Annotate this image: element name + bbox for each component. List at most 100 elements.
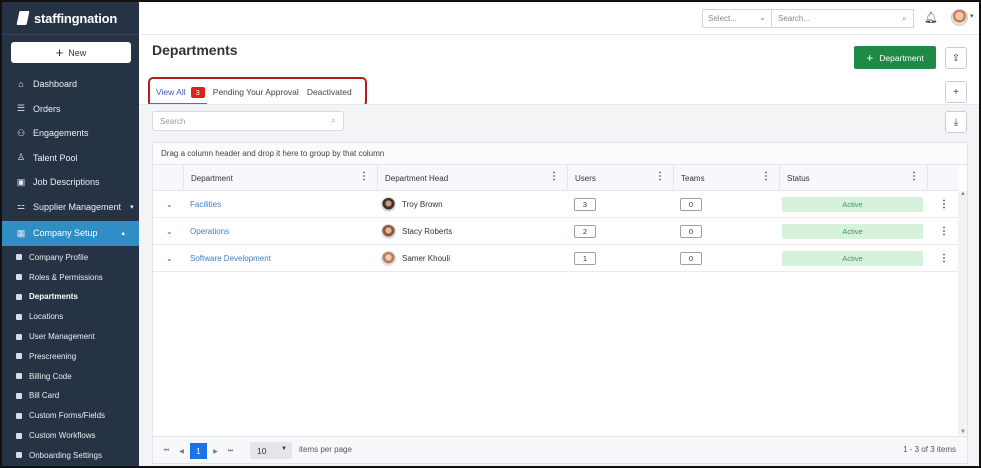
column-menu-icon[interactable]: ⋮ xyxy=(359,171,369,182)
bullet-icon xyxy=(16,293,22,300)
tab-pending-approval[interactable]: Pending Your Approval xyxy=(213,79,299,105)
column-header-status[interactable]: Status ⋮ xyxy=(779,165,927,191)
avatar[interactable] xyxy=(951,9,968,26)
submenu-label: Roles & Permissions xyxy=(29,272,103,282)
sidebar-item-company-setup[interactable]: ▦ Company Setup ▴ xyxy=(2,221,139,246)
chevron-down-icon[interactable]: ⌄ xyxy=(166,218,173,244)
count-value: 0 xyxy=(680,197,702,211)
column-menu-icon[interactable]: ⋮ xyxy=(655,171,665,182)
plus-icon: + xyxy=(953,86,959,98)
users-count: 3 xyxy=(574,191,596,217)
submenu-label: User Management xyxy=(29,332,95,342)
bullet-icon xyxy=(16,412,22,419)
column-header-department[interactable]: Department ⋮ xyxy=(183,165,377,191)
sidebar-item-dashboard[interactable]: ⌂ Dashboard xyxy=(2,72,139,97)
status-label: Active xyxy=(782,196,923,212)
submenu-label: Onboarding Settings xyxy=(29,450,102,460)
logo-icon xyxy=(16,11,30,25)
page-button-current[interactable]: 1 xyxy=(190,443,207,459)
bell-icon[interactable]: 🔔︎ xyxy=(924,11,938,24)
column-header-teams[interactable]: Teams ⋮ xyxy=(673,165,779,191)
chevron-down-icon[interactable]: ▾ xyxy=(970,12,974,20)
tab-deactivated[interactable]: Deactivated xyxy=(307,79,352,105)
submenu-item-custom-workflows[interactable]: Custom Workflows xyxy=(2,426,139,446)
count-value: 2 xyxy=(574,224,596,238)
sidebar-item-label: Talent Pool xyxy=(33,152,78,163)
row-menu-icon[interactable]: ⋮ xyxy=(939,218,949,244)
search-placeholder: Search xyxy=(160,116,186,126)
tab-bar: View All 3 Pending Your Approval Deactiv… xyxy=(148,77,367,107)
last-page-icon[interactable]: ⏭ xyxy=(224,444,237,458)
chevron-down-icon[interactable]: ⌄ xyxy=(166,245,173,271)
column-header-users[interactable]: Users ⋮ xyxy=(567,165,673,191)
group-drop-zone[interactable]: Drag a column header and drop it here to… xyxy=(153,143,967,165)
column-label: Department Head xyxy=(385,173,449,183)
tab-view-all[interactable]: View All 3 xyxy=(150,79,207,105)
department-link[interactable]: Software Development xyxy=(190,245,271,271)
submenu-item-onboarding-settings[interactable]: Onboarding Settings xyxy=(2,445,139,465)
brand-name: staffingnation xyxy=(34,10,118,26)
column-menu-icon[interactable]: ⋮ xyxy=(761,171,771,182)
column-header-department-head[interactable]: Department Head ⋮ xyxy=(377,165,567,191)
department-name: Facilities xyxy=(190,199,222,209)
sidebar-item-orders[interactable]: ☰ Orders xyxy=(2,97,139,122)
column-menu-icon[interactable]: ⋮ xyxy=(549,171,559,182)
page-size-select[interactable]: 10 ▼ xyxy=(250,442,292,459)
main-content: Departments + Department ⇪ View All 3 Pe… xyxy=(139,35,979,466)
submenu-item-billing-code[interactable]: Billing Code xyxy=(2,366,139,386)
scroll-down-icon[interactable]: ▼ xyxy=(960,429,966,435)
new-button[interactable]: + New xyxy=(11,42,131,63)
bullet-icon xyxy=(16,313,22,320)
submenu-label: Custom Workflows xyxy=(29,431,96,441)
first-page-icon[interactable]: ⏮ xyxy=(160,444,173,458)
plus-icon: + xyxy=(55,45,64,60)
column-label: Status xyxy=(787,173,810,183)
add-department-button[interactable]: + Department xyxy=(854,46,936,69)
expand-column-header xyxy=(153,165,183,191)
bullet-icon xyxy=(16,432,22,439)
global-select[interactable]: Select... ⌄ xyxy=(702,9,772,28)
page-title: Departments xyxy=(152,42,238,58)
submenu-item-bill-card[interactable]: Bill Card xyxy=(2,386,139,406)
add-button[interactable]: + xyxy=(945,81,967,103)
scroll-up-icon[interactable]: ▲ xyxy=(960,191,966,197)
sidebar-item-talent-pool[interactable]: ♙ Talent Pool xyxy=(2,146,139,171)
home-icon: ⌂ xyxy=(18,79,24,90)
export-button[interactable]: ⇪ xyxy=(945,47,967,69)
global-search-input[interactable]: Search... ⌕ xyxy=(772,9,914,28)
column-menu-icon[interactable]: ⋮ xyxy=(909,171,919,182)
grid-search-input[interactable]: Search ⌕ xyxy=(152,111,344,131)
status-badge: Active xyxy=(782,218,923,244)
submenu-item-roles-permissions[interactable]: Roles & Permissions xyxy=(2,267,139,287)
sidebar-item-supplier-management[interactable]: ⚍ Supplier Management ▾ xyxy=(2,195,139,220)
submenu-item-departments[interactable]: Departments xyxy=(2,287,139,307)
chevron-down-icon[interactable]: ⌄ xyxy=(166,191,173,217)
prev-page-icon[interactable]: ◀ xyxy=(175,444,188,458)
submenu-label: Departments xyxy=(29,292,78,302)
head-name: Stacy Roberts xyxy=(402,226,453,236)
calendar-icon: ▣ xyxy=(16,176,26,187)
submenu-label: Company Profile xyxy=(29,252,89,262)
submenu-item-user-management[interactable]: User Management xyxy=(2,327,139,347)
submenu-item-locations[interactable]: Locations xyxy=(2,307,139,327)
download-button[interactable]: ⤓ xyxy=(945,111,967,133)
department-link[interactable]: Operations xyxy=(190,218,229,244)
sidebar-item-engagements[interactable]: ⚇ Engagements xyxy=(2,121,139,146)
submenu-item-prescreening[interactable]: Prescreening xyxy=(2,346,139,366)
submenu-label: Billing Code xyxy=(29,371,72,381)
list-icon: ☰ xyxy=(16,103,26,114)
row-menu-icon[interactable]: ⋮ xyxy=(939,191,949,217)
submenu-label: Prescreening xyxy=(29,351,77,361)
submenu-item-company-profile[interactable]: Company Profile xyxy=(2,248,139,268)
sidebar-item-job-descriptions[interactable]: ▣ Job Descriptions xyxy=(2,170,139,195)
department-head: Stacy Roberts xyxy=(381,218,452,244)
next-page-icon[interactable]: ▶ xyxy=(209,444,222,458)
department-link[interactable]: Facilities xyxy=(190,191,221,217)
vertical-scrollbar[interactable]: ▲ ▼ xyxy=(958,191,967,435)
bullet-icon xyxy=(16,392,22,399)
department-head: Samer Khouli xyxy=(381,245,450,271)
count-value: 0 xyxy=(680,251,702,265)
submenu-item-custom-forms[interactable]: Custom Forms/Fields xyxy=(2,406,139,426)
row-menu-icon[interactable]: ⋮ xyxy=(939,245,949,271)
brand-logo[interactable]: staffingnation xyxy=(2,2,139,35)
